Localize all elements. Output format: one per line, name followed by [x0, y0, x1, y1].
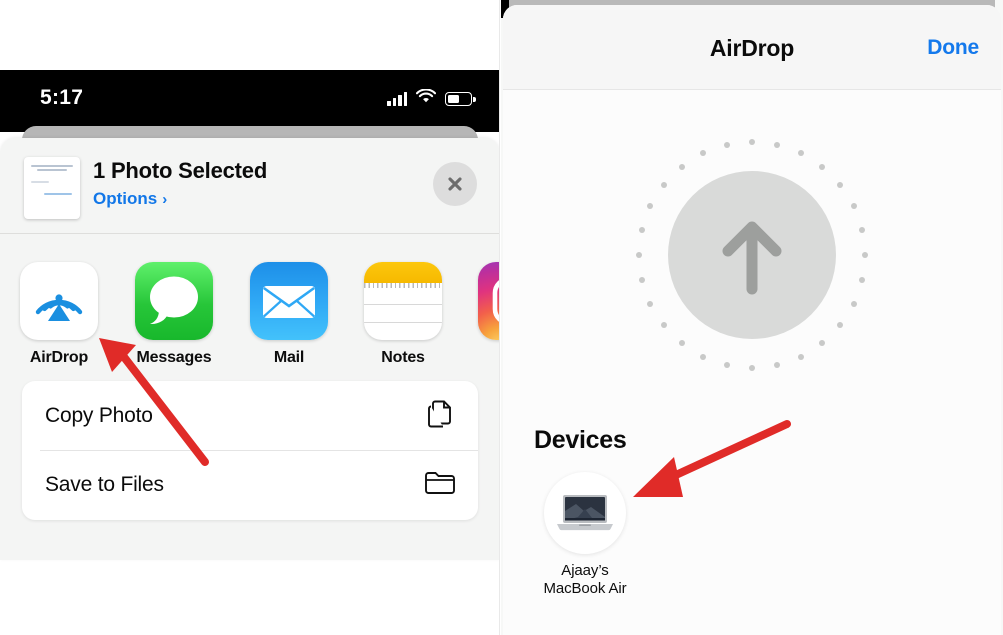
page-title: AirDrop: [709, 35, 795, 61]
action-save-to-files[interactable]: Save to Files: [22, 450, 478, 519]
close-icon: [448, 177, 462, 191]
airdrop-sheet: AirDrop Done Devices Ajaay’s MacBook Air: [503, 5, 1001, 635]
radar-dot: [798, 150, 805, 157]
right-phone-panel: AirDrop Done Devices Ajaay’s MacBook Air: [501, 0, 1003, 635]
radar-dot: [749, 139, 755, 145]
macbook-air-icon: [557, 495, 613, 531]
device-item[interactable]: Ajaay’s MacBook Air: [530, 472, 640, 598]
device-avatar: [544, 472, 626, 554]
action-copy-photo[interactable]: Copy Photo: [22, 381, 478, 451]
airdrop-header: AirDrop Done: [503, 5, 1001, 89]
instagram-icon: [478, 262, 500, 340]
app-airdrop[interactable]: AirDrop: [16, 262, 102, 367]
radar-dot: [837, 322, 844, 329]
radar-dot: [699, 150, 706, 157]
upload-arrow-icon: [722, 221, 782, 295]
sheet-bottom: [0, 538, 500, 560]
radar-dot: [699, 353, 706, 360]
panel-divider: [499, 0, 500, 635]
share-sheet: 1 Photo Selected Options › AirDrop Messa…: [0, 138, 500, 560]
action-label: Copy Photo: [45, 403, 153, 427]
radar-dot: [647, 301, 654, 308]
status-time: 5:17: [40, 86, 84, 109]
folder-icon: [424, 469, 456, 500]
close-button[interactable]: [433, 162, 477, 206]
app-label: Ins: [474, 349, 500, 367]
battery-icon: [445, 92, 476, 106]
status-bar: 5:17: [0, 70, 500, 132]
radar-dot: [774, 141, 781, 148]
radar-dot: [660, 181, 667, 188]
app-label: Mail: [273, 349, 305, 366]
device-name: Ajaay’s MacBook Air: [530, 562, 640, 598]
radar-dot: [862, 252, 868, 258]
app-notes[interactable]: Notes: [360, 262, 446, 367]
app-label: Notes: [381, 349, 425, 366]
radar-dot: [638, 226, 645, 233]
airdrop-icon: [20, 262, 98, 340]
radar-dot: [859, 226, 866, 233]
radar-dot: [774, 362, 781, 369]
devices-heading: Devices: [534, 426, 627, 454]
radar-dot: [749, 365, 755, 371]
screenshot-stage: 5:17 1 Photo Selected Options › AirDrop …: [0, 0, 1003, 635]
copy-documents-icon: [424, 397, 456, 434]
radar-dot: [638, 277, 645, 284]
options-button[interactable]: Options ›: [93, 189, 167, 209]
action-label: Save to Files: [45, 472, 164, 496]
airdrop-body: Devices Ajaay’s MacBook Air: [503, 90, 1001, 635]
app-messages[interactable]: Messages: [131, 262, 217, 367]
chevron-right-icon: ›: [162, 190, 168, 208]
status-icons: [387, 88, 476, 109]
radar-dot: [859, 277, 866, 284]
cellular-signal-icon: [387, 92, 407, 106]
device-name-line1: Ajaay’s: [561, 562, 609, 579]
radar-dot: [636, 252, 642, 258]
radar-dot: [678, 340, 685, 347]
left-top-whitespace: [0, 0, 500, 70]
wifi-icon: [415, 88, 437, 109]
selection-title: 1 Photo Selected: [93, 158, 268, 183]
app-label: AirDrop: [29, 349, 89, 366]
options-label: Options: [93, 189, 158, 208]
radar-dot: [723, 362, 730, 369]
app-instagram[interactable]: Ins: [474, 262, 500, 367]
radar-dot: [819, 163, 826, 170]
radar-dot: [660, 322, 667, 329]
radar-dot: [723, 141, 730, 148]
app-mail[interactable]: Mail: [246, 262, 332, 367]
action-list: Copy Photo Save to Files: [22, 381, 478, 520]
photo-thumbnail: [24, 157, 80, 219]
header-divider: [0, 233, 500, 234]
left-phone-panel: 5:17 1 Photo Selected Options › AirDrop …: [0, 0, 500, 635]
notes-icon: [364, 262, 442, 340]
done-button[interactable]: Done: [927, 36, 979, 60]
mail-icon: [250, 262, 328, 340]
app-share-row: AirDrop Messages Mail Notes: [0, 242, 500, 372]
airdrop-radar: [627, 130, 877, 380]
radar-dot: [837, 181, 844, 188]
radar-dot: [850, 202, 857, 209]
radar-dot: [798, 353, 805, 360]
radar-dot: [678, 163, 685, 170]
device-name-line2: MacBook Air: [543, 580, 627, 597]
share-sheet-header: 1 Photo Selected Options ›: [0, 138, 500, 232]
app-label: Messages: [136, 349, 212, 366]
radar-dot: [850, 301, 857, 308]
messages-icon: [135, 262, 213, 340]
radar-dot: [819, 340, 826, 347]
radar-dot: [647, 202, 654, 209]
